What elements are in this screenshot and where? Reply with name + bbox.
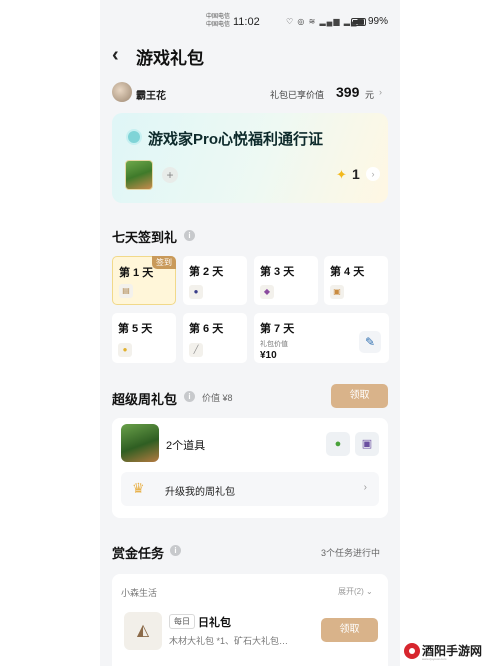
upgrade-weekly-row[interactable]: ♛ 升级我的周礼包 › [121, 472, 379, 506]
reward-item-icon[interactable]: ● [326, 432, 350, 456]
battery-percent: 99% [368, 16, 389, 27]
day7-value: ¥10 [260, 350, 277, 361]
crown-icon: ♛ [132, 480, 145, 496]
day-label: 第 3 天 [260, 266, 295, 278]
signin-day-1[interactable]: 第 1 天 ▤ 签到 [112, 256, 176, 305]
battery-icon [351, 18, 366, 26]
task-description: 木材大礼包 *1、矿石大礼包… [169, 636, 289, 646]
day-label: 第 7 天 [260, 323, 295, 335]
reward-item-icon[interactable]: ▣ [355, 432, 379, 456]
signin-day-7[interactable]: 第 7 天 礼包价值 ¥10 ✎ [254, 313, 389, 363]
reward-item-icon: ● [189, 285, 203, 299]
day-label: 第 1 天 [119, 267, 154, 279]
signin-day-2[interactable]: 第 2 天 ● [183, 256, 247, 305]
pass-count: 1 [352, 166, 360, 182]
back-arrow-icon[interactable]: ‹ [112, 44, 119, 67]
chevron-right-icon[interactable]: › [379, 87, 382, 97]
task-progress: 3个任务进行中 [321, 548, 381, 558]
user-avatar[interactable] [112, 82, 132, 102]
add-icon[interactable]: + [162, 167, 178, 183]
total-value-amount[interactable]: 399 [336, 84, 359, 100]
task-name: 日礼包 [198, 617, 231, 629]
pass-game-image [125, 160, 153, 190]
weekly-items-count: 2个道具 [166, 440, 206, 452]
day-label: 第 6 天 [189, 323, 224, 335]
weekly-card: 2个道具 ● ▣ ♛ 升级我的周礼包 › [112, 418, 388, 518]
info-icon[interactable]: i [184, 391, 195, 402]
weekly-price: 价值 ¥8 [202, 393, 233, 403]
pen-icon: ✎ [359, 331, 381, 353]
pass-title: 游戏家Pro心悦福利通行证 [148, 131, 324, 148]
watermark-logo-icon [404, 643, 420, 659]
task-claim-button[interactable]: 领取 [321, 618, 378, 642]
day-label: 第 2 天 [189, 266, 224, 278]
bounty-section-title: 赏金任务 [112, 546, 165, 561]
reward-item-icon: ▤ [119, 284, 133, 298]
reward-item-icon: ● [118, 343, 132, 357]
bounty-card: 小森生活 展开(2) ⌄ ◭ 每日 日礼包 木材大礼包 *1、矿石大礼包… 领取 [112, 574, 388, 666]
reward-item-icon: ╱ [189, 343, 203, 357]
watermark: 酒阳手游网 www.zjsyouxi.com [404, 640, 496, 662]
total-value-unit: 元 [365, 90, 375, 100]
chevron-right-icon[interactable]: › [366, 167, 380, 181]
weekly-section-title: 超级周礼包 [112, 392, 178, 407]
signin-day-3[interactable]: 第 3 天 ◆ [254, 256, 318, 305]
username: 霸王花 [136, 91, 166, 102]
signin-day-5[interactable]: 第 5 天 ● [112, 313, 176, 363]
phone-screen: 中国电信 中国电信 11:02 ♡ ◎ ≋ ▂▄▆ ▂▄▆ 99% ‹ 游戏礼包… [100, 0, 400, 666]
carrier-line-2: 中国电信 [206, 22, 231, 28]
signin-day-4[interactable]: 第 4 天 ▣ [324, 256, 388, 305]
task-reward-icon: ◭ [124, 612, 162, 650]
page-title: 游戏礼包 [136, 49, 204, 68]
task-group-name: 小森生活 [121, 588, 158, 598]
star-icon: ✦ [336, 167, 347, 182]
status-time: 11:02 [233, 16, 260, 28]
weekly-claim-button[interactable]: 领取 [331, 384, 388, 408]
upgrade-label: 升级我的周礼包 [165, 487, 235, 498]
carrier-info: 中国电信 中国电信 [206, 13, 230, 29]
pass-logo-icon [126, 129, 142, 145]
signin-section-title: 七天签到礼 [112, 230, 178, 245]
weekly-pack-image [121, 424, 159, 462]
reward-item-icon: ▣ [330, 285, 344, 299]
info-icon[interactable]: i [184, 230, 195, 241]
watermark-subtext: www.zjsyouxi.com [422, 657, 447, 661]
day-label: 第 5 天 [118, 323, 153, 335]
day-label: 第 4 天 [330, 266, 365, 278]
signin-day-6[interactable]: 第 6 天 ╱ [183, 313, 247, 363]
total-value-label: 礼包已享价值 [270, 90, 325, 100]
reward-item-icon: ◆ [260, 285, 274, 299]
carrier-line-1: 中国电信 [206, 14, 231, 20]
expand-toggle[interactable]: 展开(2) ⌄ [338, 586, 373, 597]
day7-value-label: 礼包价值 [260, 341, 288, 348]
pass-card[interactable]: 游戏家Pro心悦福利通行证 + ✦ 1 › [112, 113, 388, 203]
daily-tag: 每日 [169, 614, 195, 629]
signed-badge: 签到 [152, 256, 176, 269]
info-icon[interactable]: i [170, 545, 181, 556]
chevron-right-icon: › [363, 482, 367, 493]
